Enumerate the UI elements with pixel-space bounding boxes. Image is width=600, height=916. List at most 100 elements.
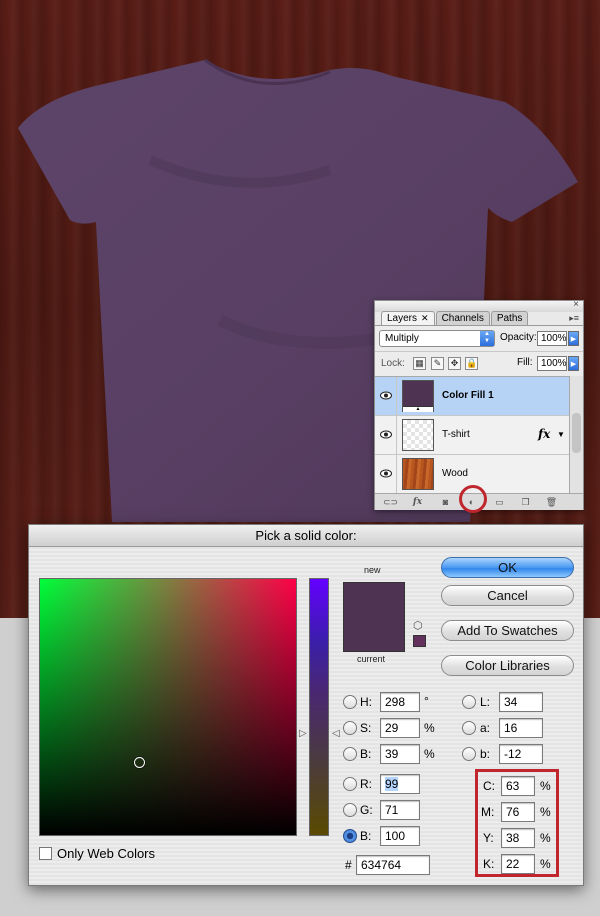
percent-unit: % [540, 779, 551, 793]
radio-lightness[interactable] [462, 695, 476, 709]
radio-blue[interactable] [343, 829, 357, 843]
magenta-label: M: [481, 805, 495, 819]
yellow-input[interactable]: 38 [501, 828, 535, 848]
new-color-swatch [344, 583, 404, 617]
color-field-cursor[interactable] [134, 757, 145, 768]
layers-scrollbar[interactable] [569, 376, 583, 493]
web-safe-color-swatch[interactable] [413, 635, 426, 647]
layer-thumbnail [402, 419, 434, 451]
visibility-toggle[interactable] [375, 377, 397, 415]
panel-tabs: Layers ✕ Channels Paths [381, 311, 529, 325]
layer-name: T-shirt [442, 429, 470, 440]
radio-hue[interactable] [343, 695, 357, 709]
color-slider[interactable] [309, 578, 329, 836]
color-picker-dialog[interactable]: Pick a solid color: ▷ ◁ new current ⬡ OK… [28, 524, 584, 886]
slider-left-arrow-icon[interactable]: ▷ [299, 728, 307, 739]
opacity-slider-icon[interactable]: ▶ [568, 331, 579, 346]
lock-all-icon[interactable]: 🔒 [465, 357, 478, 370]
blue-input[interactable]: 100 [380, 826, 420, 846]
layer-row-color-fill[interactable]: ▲ Color Fill 1 [375, 377, 569, 416]
layers-panel-body: Multiply ▲ ▼ Opacity: 100% ▶ Lock: ▦ ✎ ✥ … [375, 325, 583, 510]
red-label: R: [360, 777, 372, 791]
color-libraries-button[interactable]: Color Libraries [441, 655, 574, 676]
dialog-title: Pick a solid color: [29, 525, 583, 547]
lock-position-icon[interactable]: ✥ [448, 357, 461, 370]
l-label: L: [480, 695, 491, 709]
green-input[interactable]: 71 [380, 800, 420, 820]
percent-unit: % [540, 805, 551, 819]
tab-layers[interactable]: Layers ✕ [381, 311, 435, 325]
blend-mode-select[interactable]: Multiply ▲ ▼ [379, 330, 495, 347]
visibility-toggle[interactable] [375, 416, 397, 454]
percent-unit: % [540, 857, 551, 871]
new-layer-icon[interactable]: ❐ [519, 497, 532, 508]
visibility-toggle[interactable] [375, 455, 397, 493]
color-field[interactable] [39, 578, 297, 836]
brightness-input[interactable]: 39 [380, 744, 420, 764]
magenta-input[interactable]: 76 [501, 802, 535, 822]
eye-icon [380, 430, 392, 439]
tab-channels[interactable]: Channels [435, 311, 490, 325]
link-icon[interactable]: ⊂⊃ [383, 497, 398, 508]
tab-close-icon[interactable]: ✕ [421, 313, 429, 323]
trash-icon[interactable]: 🗑 [545, 497, 558, 508]
fill-slider-icon[interactable]: ▶ [568, 356, 579, 371]
add-to-swatches-button[interactable]: Add To Swatches [441, 620, 574, 641]
opacity-input[interactable]: 100% [537, 331, 567, 346]
tab-paths[interactable]: Paths [490, 311, 529, 325]
lock-transparency-icon[interactable]: ▦ [413, 357, 426, 370]
layer-effects-icon[interactable]: fx [538, 427, 550, 441]
web-safe-cube-icon[interactable]: ⬡ [413, 619, 423, 632]
layer-thumbnail [402, 458, 434, 490]
lab-l-input[interactable]: 34 [499, 692, 543, 712]
group-folder-icon[interactable]: ▭ [493, 497, 506, 508]
lab-a-input[interactable]: 16 [499, 718, 543, 738]
degree-unit: ° [424, 694, 429, 708]
red-input[interactable]: 99 [380, 774, 420, 794]
cancel-button[interactable]: Cancel [441, 585, 574, 606]
radio-red[interactable] [343, 777, 357, 791]
blue-label: B: [360, 829, 372, 843]
expand-effects-icon[interactable]: ▼ [557, 430, 565, 439]
percent-unit: % [424, 721, 435, 735]
ok-button[interactable]: OK [441, 557, 574, 578]
radio-lab-a[interactable] [462, 721, 476, 735]
fx-icon[interactable]: fx [411, 497, 424, 508]
radio-green[interactable] [343, 803, 357, 817]
layer-row-tshirt[interactable]: T-shirt fx ▼ [375, 416, 569, 455]
lab-b-input[interactable]: -12 [499, 744, 543, 764]
radio-saturation[interactable] [343, 721, 357, 735]
cyan-input[interactable]: 63 [501, 776, 535, 796]
only-web-colors-label[interactable]: Only Web Colors [57, 846, 155, 861]
tab-label: Channels [441, 313, 484, 324]
brightness-label: B: [360, 747, 372, 761]
hue-label: H: [360, 695, 372, 709]
fill-input[interactable]: 100% [537, 356, 567, 371]
hex-input[interactable]: 634764 [356, 855, 430, 875]
scrollbar-thumb[interactable] [572, 413, 581, 453]
panel-close-icon[interactable]: × [573, 298, 579, 312]
eye-icon [380, 391, 392, 400]
layers-list: ▲ Color Fill 1 T-shirt fx ▼ Wood [375, 376, 569, 494]
hue-input[interactable]: 298 [380, 692, 420, 712]
saturation-input[interactable]: 29 [380, 718, 420, 738]
fill-adjust-icon: ▲ [403, 406, 433, 412]
mask-icon[interactable]: ◙ [439, 497, 452, 508]
layer-name: Color Fill 1 [442, 390, 494, 401]
panel-menu-icon[interactable]: ▸≡ [569, 313, 579, 324]
black-input[interactable]: 22 [501, 854, 535, 874]
current-color-swatch[interactable] [344, 617, 404, 651]
radio-brightness[interactable] [343, 747, 357, 761]
radio-lab-b[interactable] [462, 747, 476, 761]
lock-row: Lock: ▦ ✎ ✥ 🔒 Fill: 100% ▶ [375, 351, 583, 375]
layers-panel[interactable]: × Layers ✕ Channels Paths ▸≡ Multiply ▲ ▼ … [374, 298, 584, 510]
blend-mode-value: Multiply [385, 333, 419, 344]
percent-unit: % [424, 747, 435, 761]
new-color-label: new [364, 565, 381, 575]
tab-label: Layers [387, 313, 418, 324]
tab-label: Paths [496, 313, 523, 324]
slider-right-arrow-icon[interactable]: ◁ [332, 728, 340, 739]
only-web-colors-checkbox[interactable] [39, 847, 52, 860]
lock-pixels-icon[interactable]: ✎ [431, 357, 444, 370]
color-swatch [343, 582, 405, 652]
